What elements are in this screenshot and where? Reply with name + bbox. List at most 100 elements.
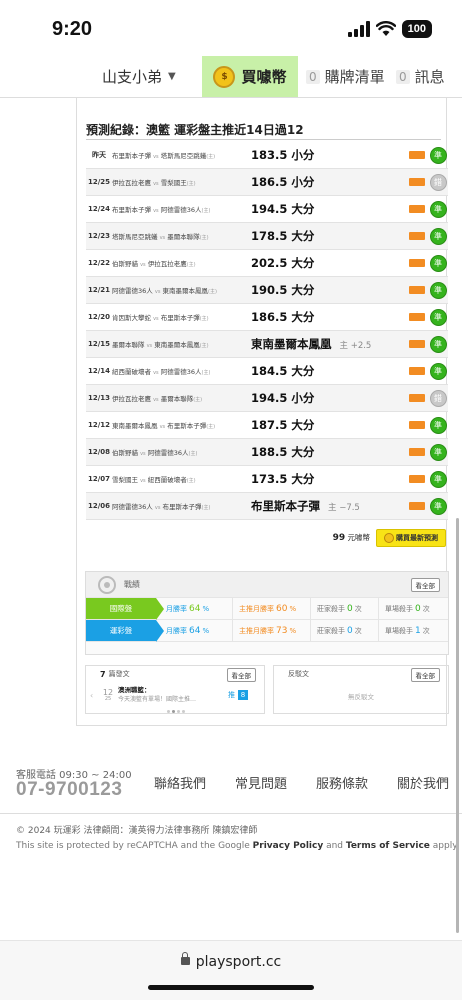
record-prediction: 178.5 大分	[251, 228, 406, 244]
record-match[interactable]: 肯因斯大攀蛇 vs 布里斯本子彈(主)	[112, 312, 251, 322]
home-mark: (主)	[186, 478, 196, 484]
browser-url-bar[interactable]: playsport.cc	[0, 940, 462, 1000]
post-tags: 推 8	[228, 690, 248, 700]
service-phone[interactable]: 07-9700123	[16, 779, 122, 801]
record-prediction: 173.5 大分	[251, 471, 406, 487]
footer-link-faq[interactable]: 常見問題	[235, 773, 287, 792]
url-display[interactable]: playsport.cc	[0, 952, 462, 970]
chart-bar-icon[interactable]	[409, 286, 425, 294]
lock-icon	[180, 952, 190, 965]
chart-bar-icon[interactable]	[409, 151, 425, 159]
prediction-text: 183.5 小分	[251, 148, 315, 162]
stats-panel: 戰績 看全部 國際盤 月勝率 64% 主推月勝率 60% 莊家殺手 0 次 單場殺手 0 次…	[85, 571, 449, 655]
record-match[interactable]: 伊拉瓦拉老鷹 vs 雪梨國王(主)	[112, 177, 251, 187]
buy-prediction-button[interactable]: 購買最新預測	[376, 529, 446, 547]
post-author: 澳洲職籃：	[118, 686, 151, 695]
chart-bar-icon[interactable]	[409, 475, 425, 483]
chart-bar-icon[interactable]	[409, 448, 425, 456]
footer-link-about[interactable]: 關於我們	[397, 773, 449, 792]
rebuttal-view-all-button[interactable]: 看全部	[410, 668, 440, 682]
home-mark: (主)	[186, 262, 196, 268]
prediction-text: 187.5 大分	[251, 418, 315, 432]
record-match[interactable]: 阿德雷德36人 vs 布里斯本子彈(主)	[112, 501, 251, 511]
vs-label: vs	[146, 343, 153, 349]
team-home: 墨爾本聯隊	[112, 341, 145, 349]
cart-label: 購牌清單	[324, 68, 385, 86]
privacy-policy-link[interactable]: Privacy Policy	[253, 841, 324, 851]
user-menu[interactable]: 山支小弟 ▼	[0, 56, 202, 97]
posts-view-all-button[interactable]: 看全部	[226, 668, 256, 682]
team-away: 紐西蘭破壞者	[147, 476, 187, 484]
record-row: 12/20 肯因斯大攀蛇 vs 布里斯本子彈(主) 186.5 大分準	[86, 304, 448, 331]
scrollbar[interactable]	[456, 518, 459, 933]
footer-link-terms[interactable]: 服務條款	[316, 773, 368, 792]
wifi-icon	[375, 21, 396, 36]
record-match[interactable]: 雪梨國王 vs 紐西蘭破壞者(主)	[112, 474, 251, 484]
record-match[interactable]: 伯斯野貓 vs 阿德雷德36人(主)	[112, 447, 251, 457]
stats-view-all-button[interactable]: 看全部	[410, 577, 440, 592]
messages-label: 訊息	[414, 68, 445, 86]
prediction-text: 184.5 大分	[251, 364, 315, 378]
team-away: 布里斯本子彈	[167, 422, 207, 430]
chart-bar-icon[interactable]	[409, 205, 425, 213]
prediction-text: 202.5 大分	[251, 256, 315, 270]
record-match[interactable]: 布里斯本子彈 vs 塔斯馬尼亞跳蟻(主)	[112, 150, 251, 160]
team-away: 塔斯馬尼亞跳蟻	[160, 152, 207, 160]
record-match[interactable]: 布里斯本子彈 vs 阿德雷德36人(主)	[112, 204, 251, 214]
chart-bar-icon[interactable]	[409, 313, 425, 321]
record-match[interactable]: 塔斯馬尼亞跳蟻 vs 墨爾本聯隊(主)	[112, 231, 251, 241]
team-home: 布里斯本子彈	[112, 152, 151, 160]
chart-bar-icon[interactable]	[409, 340, 425, 348]
chart-bar-icon[interactable]	[409, 394, 425, 402]
stats-label: 國際盤	[86, 598, 164, 620]
team-away: 伊拉瓦拉老鷹	[147, 260, 187, 268]
home-indicator[interactable]	[148, 985, 314, 990]
chart-bar-icon[interactable]	[409, 259, 425, 267]
team-away: 阿德雷德36人	[160, 206, 202, 214]
result-badge: 準	[429, 227, 447, 245]
chart-bar-icon[interactable]	[409, 502, 425, 510]
price-value: 99	[332, 533, 346, 543]
record-date: 12/20	[87, 313, 111, 321]
vs-label: vs	[140, 262, 146, 268]
record-match[interactable]: 阿德雷德36人 vs 東南墨爾本鳳凰(主)	[112, 285, 251, 295]
record-match[interactable]: 伊拉瓦拉老鷹 vs 墨爾本聯隊(主)	[112, 393, 251, 403]
record-match[interactable]: 墨爾本聯隊 vs 東南墨爾本鳳凰(主)	[112, 339, 251, 349]
prediction-text: 布里斯本子彈	[251, 499, 320, 513]
chart-bar-icon[interactable]	[409, 421, 425, 429]
messages-link[interactable]: 0 訊息	[388, 56, 458, 97]
result-badge: 準	[429, 497, 447, 515]
prediction-text: 173.5 大分	[251, 472, 315, 486]
buy-coins-label: 買噱幣	[241, 68, 287, 86]
cart-link[interactable]: 0 購牌清單	[298, 56, 388, 97]
result-badge: 錯	[429, 173, 447, 191]
record-date: 12/06	[87, 502, 111, 510]
chart-bar-icon[interactable]	[409, 232, 425, 240]
record-match[interactable]: 紐西蘭破壞者 vs 阿德雷德36人(主)	[112, 366, 251, 376]
chevron-left-icon[interactable]: ‹	[90, 691, 98, 700]
prediction-text: 東南墨爾本鳳凰	[251, 337, 332, 351]
result-badge: 準	[429, 335, 447, 353]
result-badge: 準	[429, 146, 447, 164]
footer-link-contact[interactable]: 聯絡我們	[154, 773, 206, 792]
prediction-sub: 主 −7.5	[328, 503, 360, 513]
terms-link[interactable]: Terms of Service	[346, 841, 430, 851]
team-home: 阿德雷德36人	[112, 287, 153, 295]
price-row: 99 元噱幣 購買最新預測	[77, 529, 448, 547]
team-away: 阿德雷德36人	[147, 449, 189, 457]
record-match[interactable]: 東南墨爾本鳳凰 vs 布里斯本子彈(主)	[112, 420, 251, 430]
chart-bar-icon[interactable]	[409, 367, 425, 375]
team-away: 東南墨爾本鳳凰	[162, 287, 209, 295]
chart-bar-icon[interactable]	[409, 178, 425, 186]
record-match[interactable]: 伯斯野貓 vs 伊拉瓦拉老鷹(主)	[112, 258, 251, 268]
prediction-text: 186.5 大分	[251, 310, 315, 324]
rebuttal-empty: 無反駁文	[348, 693, 374, 701]
team-home: 塔斯馬尼亞跳蟻	[112, 233, 158, 241]
record-date: 12/13	[87, 394, 111, 402]
buy-coins-button[interactable]: $ 買噱幣	[202, 56, 298, 97]
post-item[interactable]: ‹ 12 25 澳洲職籃： 今天澳籃有單場！國際主推… 推 8	[86, 682, 264, 708]
user-name: 山支小弟	[102, 68, 163, 86]
team-away: 東南墨爾本鳳凰	[154, 341, 200, 349]
signal-icon	[347, 21, 370, 37]
record-prediction: 186.5 小分	[251, 174, 406, 190]
